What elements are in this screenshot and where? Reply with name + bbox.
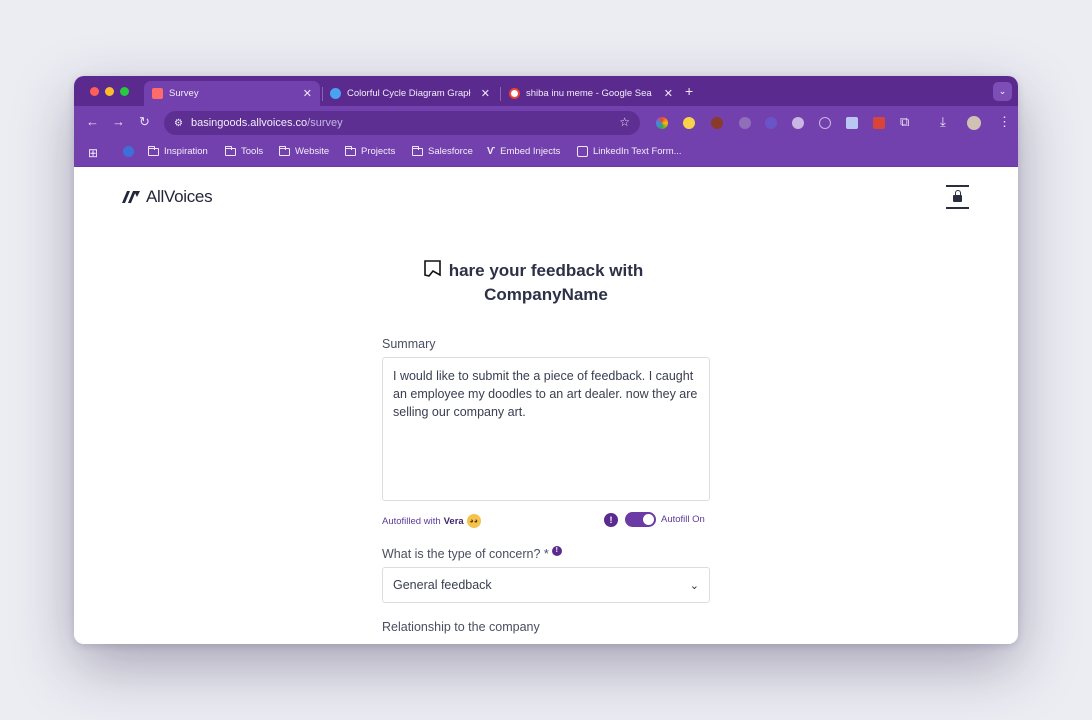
close-tab-icon[interactable]: ✕ xyxy=(664,87,673,100)
canva-favicon-icon xyxy=(330,88,341,99)
bookmark-app-icon[interactable] xyxy=(123,146,134,157)
close-tab-icon[interactable]: ✕ xyxy=(303,87,312,100)
tab-title: shiba inu meme - Google Sea xyxy=(526,88,652,99)
autofill-toggle-label: Autofill On xyxy=(661,514,705,525)
bookmark-inspiration[interactable]: Inspiration xyxy=(147,145,208,157)
page-title: hare your feedback with CompanyName xyxy=(374,259,718,307)
tab-cycle-diagram[interactable]: Colorful Cycle Diagram Grapł ✕ xyxy=(322,81,498,106)
bookmark-linkedin-text-form[interactable]: LinkedIn Text Form... xyxy=(577,146,682,157)
extension-mic-icon[interactable] xyxy=(739,117,751,129)
page-title-line-1: hare your feedback with xyxy=(448,261,644,280)
bookmark-embed-injects[interactable]: Ѵ Embed Injects xyxy=(487,146,560,157)
concern-type-label: What is the type of concern? * ! xyxy=(382,545,710,561)
downloads-icon[interactable]: ⤓ xyxy=(940,114,946,130)
survey-page: AllVoices hare your feedback with Compan… xyxy=(74,167,1018,644)
extension-globe-icon[interactable] xyxy=(765,117,777,129)
extension-color-icon[interactable] xyxy=(656,117,668,129)
privacy-lock-button[interactable] xyxy=(946,185,969,209)
concern-type-value: General feedback xyxy=(393,578,492,592)
tab-survey[interactable]: Survey ✕ xyxy=(144,81,320,106)
tab-title: Colorful Cycle Diagram Grapł xyxy=(347,88,471,99)
folder-icon xyxy=(278,145,290,156)
new-tab-button[interactable]: + xyxy=(685,83,693,99)
extension-compass-icon[interactable] xyxy=(819,117,831,129)
extension-avatar-icon[interactable] xyxy=(711,117,723,129)
allvoices-logo-icon xyxy=(122,191,140,203)
site-settings-icon[interactable]: ⚙ xyxy=(174,118,183,129)
maximize-window-button[interactable] xyxy=(120,87,129,96)
browser-menu-icon[interactable]: ⋮ xyxy=(998,114,1011,130)
bookmark-projects[interactable]: Projects xyxy=(344,145,395,157)
close-tab-icon[interactable]: ✕ xyxy=(481,87,490,100)
lock-icon xyxy=(953,190,962,202)
extension-pen-icon[interactable] xyxy=(873,117,885,129)
tab-title: Survey xyxy=(169,88,199,99)
profile-avatar[interactable] xyxy=(967,116,981,130)
tab-strip: Survey ✕ Colorful Cycle Diagram Grapł ✕ … xyxy=(74,76,1018,106)
summary-textarea[interactable]: I would like to submit the a piece of fe… xyxy=(382,357,710,501)
autofill-toggle[interactable] xyxy=(625,512,656,527)
feedback-form: Summary I would like to submit the a pie… xyxy=(382,337,710,634)
apps-grid-icon[interactable]: ⊞ xyxy=(88,146,98,160)
address-bar[interactable]: ⚙ basingoods.allvoices.co/survey ☆ xyxy=(164,111,640,135)
forward-arrow-icon[interactable]: → xyxy=(112,114,125,129)
relationship-label: Relationship to the company xyxy=(382,620,540,634)
concern-info-icon[interactable]: ! xyxy=(551,545,562,556)
browser-window: Survey ✕ Colorful Cycle Diagram Grapł ✕ … xyxy=(74,76,1018,644)
extension-clock-icon[interactable] xyxy=(683,117,695,129)
vera-avatar-icon: ◕◕ xyxy=(466,514,481,528)
extension-grid-icon[interactable] xyxy=(846,117,858,129)
extension-camera-icon[interactable] xyxy=(792,117,804,129)
linkedin-icon xyxy=(577,146,588,157)
autofill-row: Autofilled with Vera ◕◕ ! Autofill On xyxy=(382,511,710,529)
autofilled-note: Autofilled with Vera ◕◕ xyxy=(382,514,481,528)
logo-text: AllVoices xyxy=(146,187,213,206)
bookmark-salesforce[interactable]: Salesforce xyxy=(411,145,473,157)
google-favicon-icon xyxy=(509,88,520,99)
allvoices-logo[interactable]: AllVoices xyxy=(122,187,213,207)
bookmark-tools[interactable]: Tools xyxy=(224,145,263,157)
extensions-puzzle-icon[interactable]: ⧉ xyxy=(900,114,909,130)
vera-name: Vera xyxy=(443,515,464,527)
folder-icon xyxy=(344,145,356,156)
chevron-down-icon: ⌄ xyxy=(689,579,699,592)
folder-icon xyxy=(224,145,236,156)
autofill-info-icon[interactable]: ! xyxy=(604,513,618,527)
tab-search-chevron-icon[interactable]: ⌄ xyxy=(993,82,1012,101)
tab-shiba-search[interactable]: shiba inu meme - Google Sea ✕ xyxy=(501,81,681,106)
allvoices-icon: Ѵ xyxy=(487,146,496,157)
folder-icon xyxy=(411,145,423,156)
bookmark-star-icon[interactable]: ☆ xyxy=(619,115,630,129)
folder-icon xyxy=(147,145,159,156)
page-title-line-2: CompanyName xyxy=(484,285,608,304)
concern-type-select[interactable]: General feedback ⌄ xyxy=(382,567,710,603)
back-arrow-icon[interactable]: ← xyxy=(86,114,99,129)
summary-label: Summary xyxy=(382,337,436,351)
reload-icon[interactable]: ↻ xyxy=(139,114,150,130)
allvoices-favicon-icon xyxy=(152,88,163,99)
url-path: /survey xyxy=(307,117,343,129)
minimize-window-button[interactable] xyxy=(105,87,114,96)
bookmark-website[interactable]: Website xyxy=(278,145,329,157)
bookmarks-bar: ⊞ Inspiration Tools Website Projects Sal… xyxy=(74,140,1018,167)
url-host: basingoods.allvoices.co xyxy=(190,117,308,129)
close-window-button[interactable] xyxy=(90,87,99,96)
